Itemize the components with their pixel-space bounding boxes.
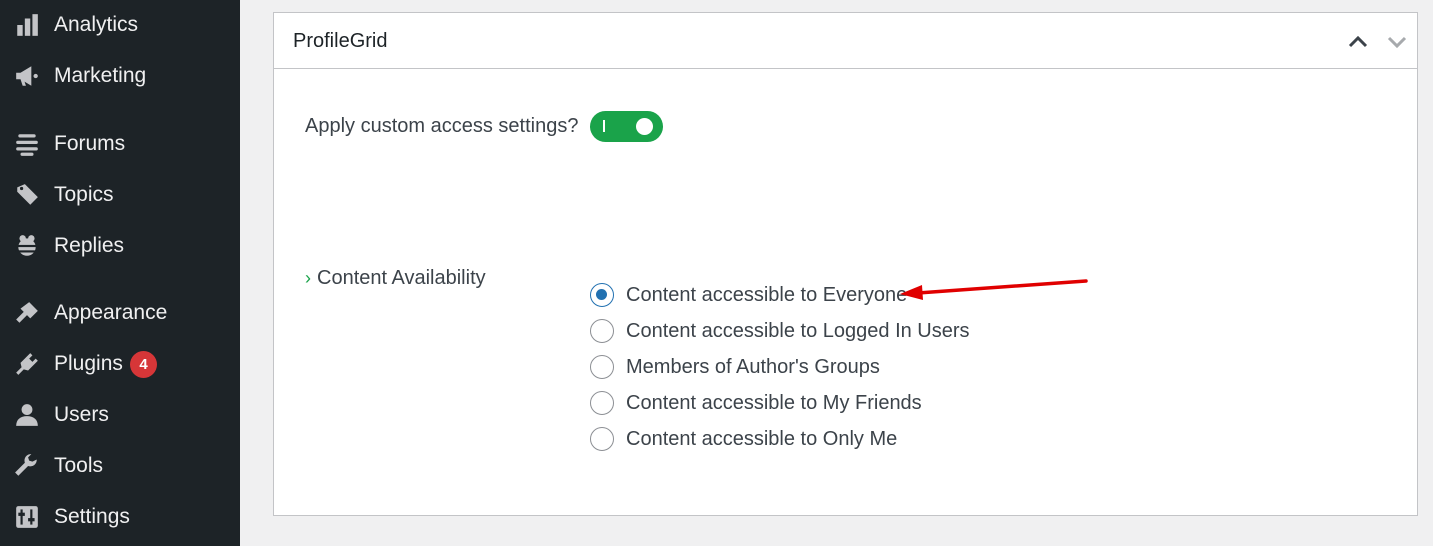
forums-icon [13, 130, 41, 158]
megaphone-icon [13, 62, 41, 90]
toggle-knob [636, 118, 653, 135]
radio-button[interactable] [590, 283, 614, 307]
sidebar-item-label: Replies [54, 234, 125, 257]
option-label: Members of Author's Groups [626, 355, 880, 378]
settings-icon [13, 503, 41, 531]
paintbrush-icon [13, 299, 41, 327]
sidebar-item-label: Plugins [54, 352, 123, 375]
sidebar-item-label: Tools [54, 454, 104, 477]
chevron-down-icon [1387, 36, 1407, 49]
option-only-me[interactable]: Content accessible to Only Me [590, 423, 897, 455]
option-everyone[interactable]: Content accessible to Everyone [590, 279, 907, 311]
sidebar-item-appearance[interactable]: Appearance [0, 290, 240, 336]
option-label: Content accessible to Everyone [626, 283, 908, 306]
option-my-friends[interactable]: Content accessible to My Friends [590, 387, 922, 419]
chevron-up-icon [1348, 35, 1368, 48]
sidebar-item-users[interactable]: Users [0, 392, 240, 438]
sidebar-item-plugins[interactable]: Plugins 4 [0, 341, 240, 387]
sidebar-item-label: Analytics [54, 13, 139, 36]
sidebar-item-topics[interactable]: Topics [0, 172, 240, 218]
radio-button[interactable] [590, 391, 614, 415]
sidebar-item-replies[interactable]: Replies [0, 223, 240, 269]
plugins-update-badge: 4 [130, 350, 157, 378]
content-availability-text: Content Availability [317, 267, 486, 289]
sidebar-item-forums[interactable]: Forums [0, 121, 240, 167]
option-label: Content accessible to Only Me [626, 427, 898, 450]
option-logged-in-users[interactable]: Content accessible to Logged In Users [590, 315, 970, 347]
chevron-right-icon: › [305, 268, 311, 288]
wrench-icon [13, 452, 41, 480]
bar-chart-icon [13, 11, 41, 39]
sidebar-item-label: Forums [54, 132, 126, 155]
profilegrid-metabox: ProfileGrid Apply custom access settings… [273, 12, 1418, 516]
option-label: Content accessible to Logged In Users [626, 319, 970, 342]
user-icon [13, 401, 41, 429]
option-author-groups[interactable]: Members of Author's Groups [590, 351, 880, 383]
sidebar-item-label: Appearance [54, 301, 168, 324]
sidebar-item-settings[interactable]: Settings [0, 494, 240, 540]
radio-button[interactable] [590, 355, 614, 379]
custom-access-label: Apply custom access settings? [305, 115, 579, 137]
sidebar-item-label: Marketing [54, 64, 147, 87]
move-down-button[interactable] [1382, 27, 1412, 57]
sidebar-item-label: Settings [54, 505, 130, 528]
sidebar-item-marketing[interactable]: Marketing [0, 53, 240, 99]
radio-button[interactable] [590, 427, 614, 451]
admin-sidebar: Analytics Marketing Forums Topics Replie… [0, 0, 240, 546]
content-availability-label: › Content Availability [305, 267, 486, 290]
move-up-button[interactable] [1343, 27, 1373, 57]
toggle-on-mark [603, 120, 605, 132]
sidebar-item-analytics[interactable]: Analytics [0, 2, 240, 48]
metabox-title: ProfileGrid [293, 30, 388, 52]
replies-icon [13, 232, 41, 260]
sidebar-item-label: Topics [54, 183, 114, 206]
radio-button[interactable] [590, 319, 614, 343]
metabox-header: ProfileGrid [274, 13, 1417, 69]
annotation-arrow-icon [900, 279, 1088, 300]
sidebar-item-tools[interactable]: Tools [0, 443, 240, 489]
plug-icon [13, 350, 41, 378]
sidebar-item-label: Users [54, 403, 109, 426]
option-label: Content accessible to My Friends [626, 391, 922, 414]
topics-icon [13, 181, 41, 209]
custom-access-toggle[interactable] [590, 111, 663, 142]
